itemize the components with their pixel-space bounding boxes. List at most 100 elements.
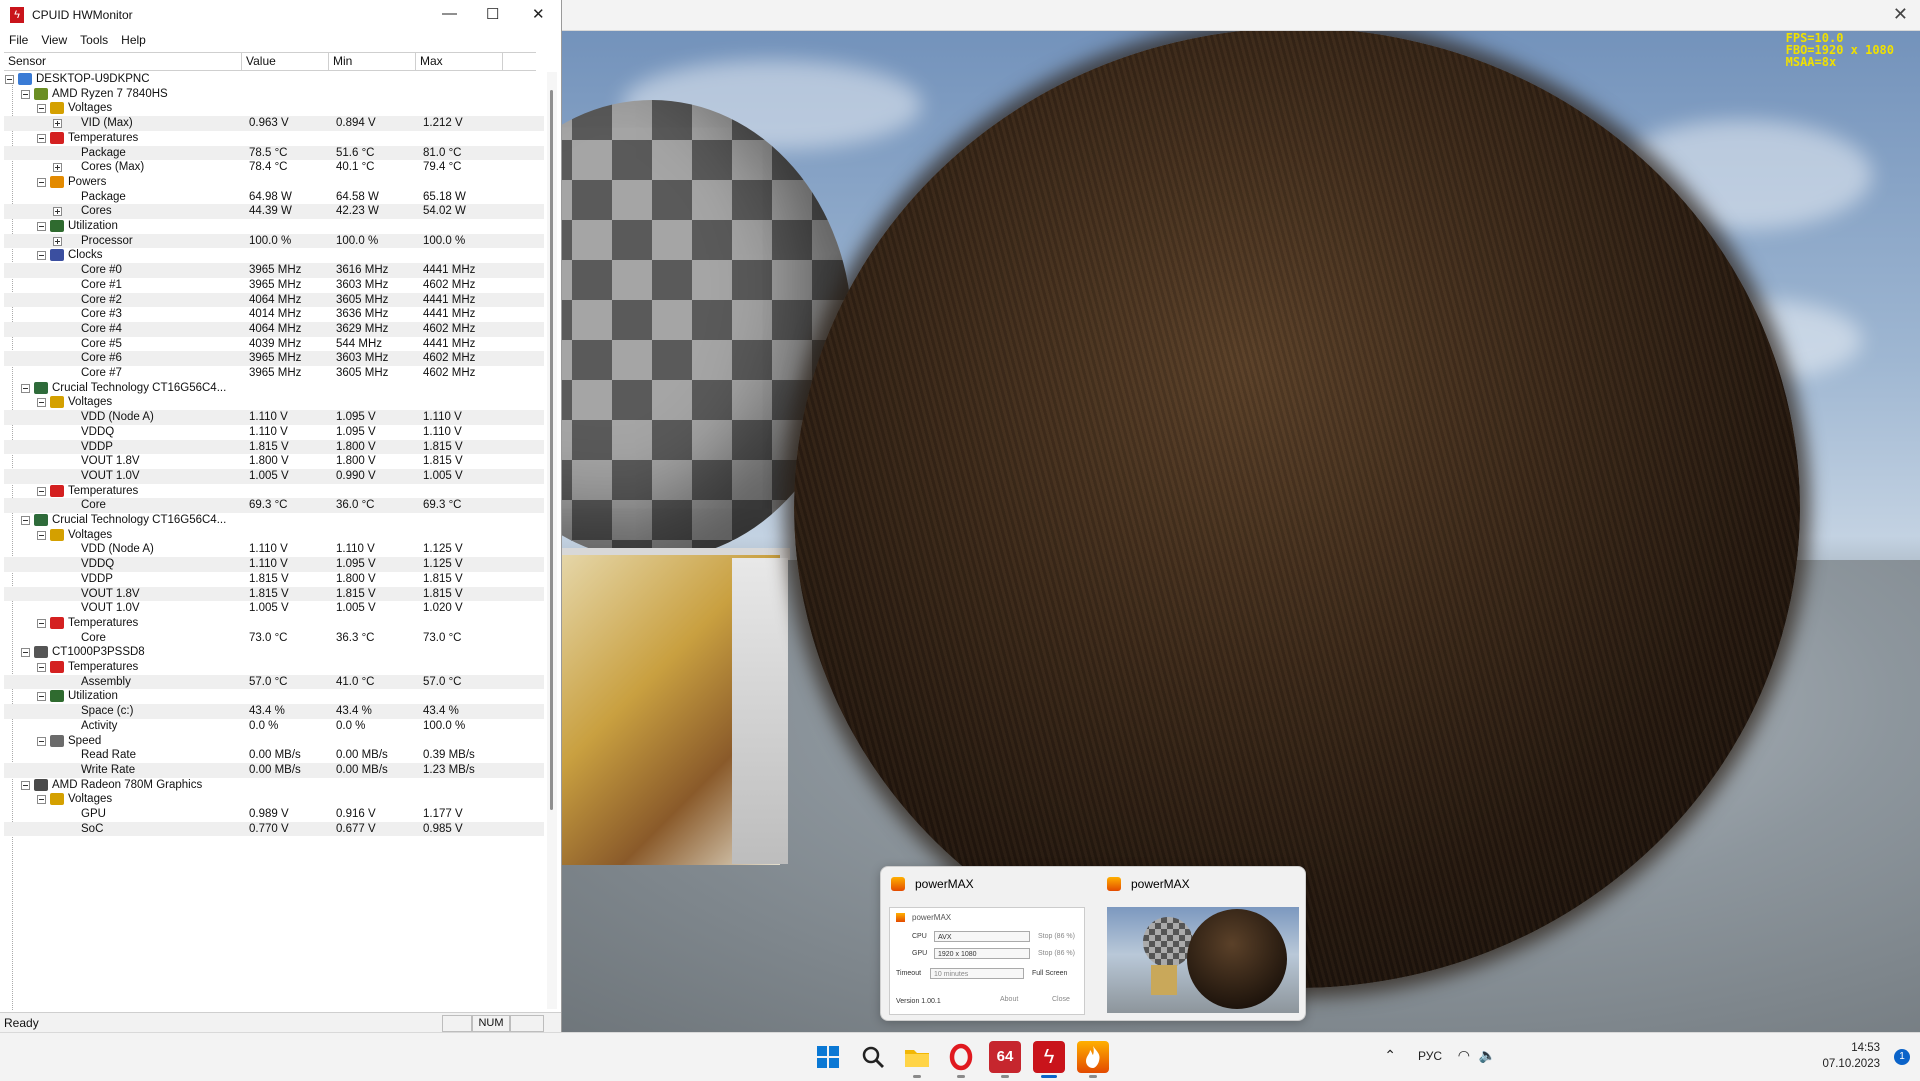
- menu-file[interactable]: File: [9, 33, 28, 47]
- sensor-row[interactable]: VDDQ 1.110 V 1.095 V 1.110 V: [4, 425, 544, 440]
- sensor-row[interactable]: Core #5 4039 MHz 544 MHz 4441 MHz: [4, 337, 544, 352]
- minimize-icon[interactable]: —: [442, 5, 457, 22]
- sensor-row[interactable]: Core #1 3965 MHz 3603 MHz 4602 MHz: [4, 278, 544, 293]
- sensor-group-row[interactable]: AMD Ryzen 7 7840HS: [4, 87, 544, 102]
- sensor-group-row[interactable]: Powers: [4, 175, 544, 190]
- expand-icon[interactable]: [53, 207, 62, 217]
- notification-badge[interactable]: 1: [1894, 1049, 1910, 1065]
- collapse-icon[interactable]: [37, 692, 46, 702]
- collapse-icon[interactable]: [37, 104, 46, 114]
- sensor-group-row[interactable]: Voltages: [4, 528, 544, 543]
- sensor-row[interactable]: Core 73.0 °C 36.3 °C 73.0 °C: [4, 631, 544, 646]
- collapse-icon[interactable]: [37, 251, 46, 261]
- sensor-row[interactable]: VOUT 1.8V 1.800 V 1.800 V 1.815 V: [4, 454, 544, 469]
- expand-icon[interactable]: [53, 163, 62, 173]
- sensor-row[interactable]: Core #2 4064 MHz 3605 MHz 4441 MHz: [4, 292, 544, 308]
- sensor-row[interactable]: Activity 0.0 % 0.0 % 100.0 %: [4, 719, 544, 734]
- collapse-icon[interactable]: [21, 89, 30, 99]
- sensor-group-row[interactable]: DESKTOP-U9DKPNC: [4, 72, 544, 87]
- sensor-row[interactable]: VDDP 1.815 V 1.800 V 1.815 V: [4, 572, 544, 587]
- close-icon[interactable]: ✕: [1893, 4, 1908, 25]
- column-max[interactable]: Max: [416, 53, 503, 70]
- sensor-row[interactable]: Core #3 4014 MHz 3636 MHz 4441 MHz: [4, 307, 544, 322]
- expand-icon[interactable]: [53, 236, 62, 246]
- wifi-icon[interactable]: ◠: [1458, 1047, 1470, 1064]
- sensor-row[interactable]: VDDP 1.815 V 1.800 V 1.815 V: [4, 439, 544, 455]
- sensor-group-row[interactable]: Crucial Technology CT16G56C4...: [4, 381, 544, 396]
- collapse-icon[interactable]: [21, 780, 30, 790]
- menu-help[interactable]: Help: [121, 33, 146, 47]
- collapse-icon[interactable]: [37, 133, 46, 143]
- sensor-group-row[interactable]: Clocks: [4, 248, 544, 263]
- sensor-row[interactable]: Core #7 3965 MHz 3605 MHz 4602 MHz: [4, 366, 544, 381]
- sensor-row[interactable]: Core #6 3965 MHz 3603 MHz 4602 MHz: [4, 351, 544, 366]
- sensor-row[interactable]: Assembly 57.0 °C 41.0 °C 57.0 °C: [4, 674, 544, 690]
- sensor-row[interactable]: Cores (Max) 78.4 °C 40.1 °C 79.4 °C: [4, 160, 544, 175]
- sensor-group-row[interactable]: Crucial Technology CT16G56C4...: [4, 513, 544, 528]
- sensor-group-row[interactable]: Temperatures: [4, 660, 544, 675]
- hwmonitor-taskbar-icon[interactable]: ϟ: [1033, 1041, 1065, 1073]
- chevron-up-icon[interactable]: ⌃: [1384, 1047, 1396, 1064]
- collapse-icon[interactable]: [37, 530, 46, 540]
- sensor-group-row[interactable]: CT1000P3PSSD8: [4, 645, 544, 660]
- sensor-group-row[interactable]: Temperatures: [4, 484, 544, 499]
- sensor-row[interactable]: VOUT 1.0V 1.005 V 0.990 V 1.005 V: [4, 468, 544, 484]
- sensor-row[interactable]: VDD (Node A) 1.110 V 1.095 V 1.110 V: [4, 410, 544, 425]
- sensor-group-row[interactable]: Voltages: [4, 792, 544, 807]
- sensor-row[interactable]: VOUT 1.0V 1.005 V 1.005 V 1.020 V: [4, 601, 544, 616]
- sensor-row[interactable]: VDD (Node A) 1.110 V 1.110 V 1.125 V: [4, 542, 544, 557]
- sensor-row[interactable]: VID (Max) 0.963 V 0.894 V 1.212 V: [4, 116, 544, 131]
- expand-icon[interactable]: [53, 119, 62, 129]
- sensor-row[interactable]: Cores 44.39 W 42.23 W 54.02 W: [4, 204, 544, 219]
- sensor-row[interactable]: Processor 100.0 % 100.0 % 100.0 %: [4, 233, 544, 249]
- close-icon[interactable]: ✕: [532, 5, 545, 23]
- collapse-icon[interactable]: [37, 663, 46, 672]
- sensor-row[interactable]: Read Rate 0.00 MB/s 0.00 MB/s 0.39 MB/s: [4, 748, 544, 763]
- sensor-row[interactable]: Write Rate 0.00 MB/s 0.00 MB/s 1.23 MB/s: [4, 762, 544, 778]
- column-sensor[interactable]: Sensor: [4, 53, 242, 70]
- title-bar[interactable]: ϟ CPUID HWMonitor — ☐ ✕: [0, 0, 561, 30]
- sensor-group-row[interactable]: AMD Radeon 780M Graphics: [4, 778, 544, 793]
- sensor-row[interactable]: GPU 0.989 V 0.916 V 1.177 V: [4, 807, 544, 822]
- collapse-icon[interactable]: [5, 75, 14, 84]
- collapse-icon[interactable]: [37, 398, 46, 408]
- collapse-icon[interactable]: [37, 222, 46, 231]
- file-explorer-button[interactable]: [901, 1041, 933, 1073]
- sensor-row[interactable]: Core #4 4064 MHz 3629 MHz 4602 MHz: [4, 321, 544, 337]
- sensor-row[interactable]: SoC 0.770 V 0.677 V 0.985 V: [4, 821, 544, 837]
- sensor-row[interactable]: VOUT 1.8V 1.815 V 1.815 V 1.815 V: [4, 586, 544, 602]
- language-indicator[interactable]: РУС: [1418, 1049, 1442, 1063]
- menu-tools[interactable]: Tools: [80, 33, 108, 47]
- sensor-group-row[interactable]: Voltages: [4, 395, 544, 410]
- search-button[interactable]: [857, 1041, 889, 1073]
- collapse-icon[interactable]: [21, 648, 30, 658]
- sensor-row[interactable]: Core #0 3965 MHz 3616 MHz 4441 MHz: [4, 263, 544, 278]
- sensor-row[interactable]: Package 78.5 °C 51.6 °C 81.0 °C: [4, 145, 544, 161]
- maximize-icon[interactable]: ☐: [486, 5, 499, 23]
- sensor-row[interactable]: VDDQ 1.110 V 1.095 V 1.125 V: [4, 557, 544, 572]
- collapse-icon[interactable]: [21, 383, 30, 393]
- opera-button[interactable]: [945, 1041, 977, 1073]
- start-button[interactable]: [812, 1041, 844, 1073]
- column-value[interactable]: Value: [242, 53, 329, 70]
- powermax-taskbar-icon[interactable]: [1077, 1041, 1109, 1073]
- sensor-group-row[interactable]: Utilization: [4, 219, 544, 234]
- preview-card-powermax-settings[interactable]: powerMAX powerMAX CPU AVX Stop (86 %) GP…: [881, 867, 1093, 1020]
- sensor-group-row[interactable]: Temperatures: [4, 131, 544, 146]
- sensor-row[interactable]: Package 64.98 W 64.58 W 65.18 W: [4, 190, 544, 205]
- sensor-group-row[interactable]: Temperatures: [4, 616, 544, 631]
- collapse-icon[interactable]: [37, 736, 46, 746]
- menu-view[interactable]: View: [41, 33, 67, 47]
- collapse-icon[interactable]: [37, 618, 46, 628]
- speaker-icon[interactable]: 🔈: [1479, 1047, 1496, 1064]
- column-min[interactable]: Min: [329, 53, 416, 70]
- collapse-icon[interactable]: [37, 795, 46, 805]
- sensor-group-row[interactable]: Voltages: [4, 101, 544, 116]
- sensor-row[interactable]: Space (c:) 43.4 % 43.4 % 43.4 %: [4, 704, 544, 719]
- collapse-icon[interactable]: [37, 177, 46, 187]
- vertical-scrollbar[interactable]: [547, 72, 557, 1009]
- sensor-row[interactable]: Core 69.3 °C 36.0 °C 69.3 °C: [4, 498, 544, 513]
- scrollbar-thumb[interactable]: [550, 90, 553, 810]
- sensor-group-row[interactable]: Speed: [4, 734, 544, 749]
- clock[interactable]: 14:53 07.10.2023: [1822, 1040, 1880, 1072]
